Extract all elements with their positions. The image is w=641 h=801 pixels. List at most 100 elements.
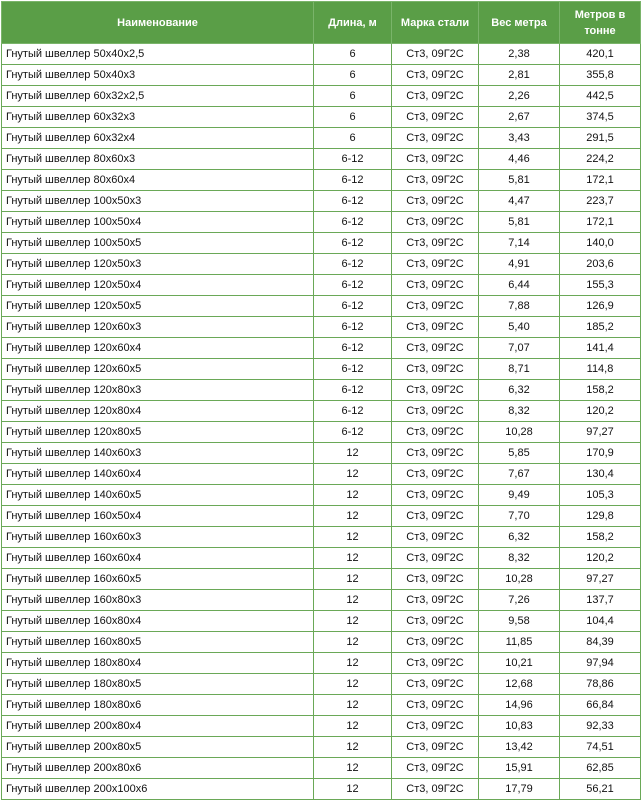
cell-length: 6 — [313, 127, 392, 149]
cell-length: 6-12 — [313, 274, 392, 296]
cell-steel-grade: Ст3, 09Г2С — [391, 169, 479, 191]
cell-steel-grade: Ст3, 09Г2С — [391, 526, 479, 548]
table-row: Гнутый швеллер 180х80х6 12 Ст3, 09Г2С 14,96… — [1, 694, 641, 716]
table-row: Гнутый швеллер 100х50х4 6-12 Ст3, 09Г2С 5,8… — [1, 211, 641, 233]
cell-name: Гнутый швеллер 160х80х5 — [1, 631, 314, 653]
table-row: Гнутый швеллер 60х32х2,5 6 Ст3, 09Г2С 2,26 4… — [1, 85, 641, 107]
cell-weight-per-meter: 2,67 — [478, 106, 560, 128]
cell-meters-per-ton: 420,1 — [559, 43, 641, 65]
cell-name: Гнутый швеллер 180х80х5 — [1, 673, 314, 695]
table-row: Гнутый швеллер 50х40х2,5 6 Ст3, 09Г2С 2,38 4… — [1, 43, 641, 65]
cell-meters-per-ton: 141,4 — [559, 337, 641, 359]
cell-meters-per-ton: 172,1 — [559, 211, 641, 233]
table-row: Гнутый швеллер 140х60х3 12 Ст3, 09Г2С 5,85 1… — [1, 442, 641, 464]
cell-length: 6-12 — [313, 421, 392, 443]
cell-name: Гнутый швеллер 140х60х4 — [1, 463, 314, 485]
cell-name: Гнутый швеллер 120х60х5 — [1, 358, 314, 380]
cell-name: Гнутый швеллер 160х60х3 — [1, 526, 314, 548]
cell-steel-grade: Ст3, 09Г2С — [391, 442, 479, 464]
table-row: Гнутый швеллер 160х50х4 12 Ст3, 09Г2С 7,70 1… — [1, 505, 641, 527]
table-row: Гнутый швеллер 120х50х4 6-12 Ст3, 09Г2С 6,4… — [1, 274, 641, 296]
cell-length: 6-12 — [313, 295, 392, 317]
cell-name: Гнутый швеллер 120х80х3 — [1, 379, 314, 401]
cell-steel-grade: Ст3, 09Г2С — [391, 211, 479, 233]
table-row: Гнутый швеллер 140х60х4 12 Ст3, 09Г2С 7,67 1… — [1, 463, 641, 485]
table-row: Гнутый швеллер 120х60х3 6-12 Ст3, 09Г2С 5,4… — [1, 316, 641, 338]
cell-meters-per-ton: 130,4 — [559, 463, 641, 485]
cell-steel-grade: Ст3, 09Г2С — [391, 295, 479, 317]
cell-meters-per-ton: 120,2 — [559, 547, 641, 569]
table-row: Гнутый швеллер 200х80х4 12 Ст3, 09Г2С 10,83… — [1, 715, 641, 737]
cell-length: 12 — [313, 673, 392, 695]
cell-meters-per-ton: 120,2 — [559, 400, 641, 422]
cell-weight-per-meter: 15,91 — [478, 757, 560, 779]
cell-length: 12 — [313, 442, 392, 464]
cell-steel-grade: Ст3, 09Г2С — [391, 106, 479, 128]
cell-weight-per-meter: 9,49 — [478, 484, 560, 506]
cell-meters-per-ton: 97,27 — [559, 421, 641, 443]
cell-weight-per-meter: 11,85 — [478, 631, 560, 653]
cell-steel-grade: Ст3, 09Г2С — [391, 421, 479, 443]
cell-steel-grade: Ст3, 09Г2С — [391, 736, 479, 758]
cell-name: Гнутый швеллер 160х80х3 — [1, 589, 314, 611]
table-body: Гнутый швеллер 50х40х2,5 6 Ст3, 09Г2С 2,38 4… — [1, 43, 641, 800]
cell-name: Гнутый швеллер 180х80х6 — [1, 694, 314, 716]
cell-weight-per-meter: 7,70 — [478, 505, 560, 527]
table-row: Гнутый швеллер 100х50х5 6-12 Ст3, 09Г2С 7,1… — [1, 232, 641, 254]
cell-name: Гнутый швеллер 200х100х6 — [1, 778, 314, 800]
cell-steel-grade: Ст3, 09Г2С — [391, 127, 479, 149]
cell-weight-per-meter: 8,32 — [478, 400, 560, 422]
cell-name: Гнутый швеллер 100х50х4 — [1, 211, 314, 233]
cell-meters-per-ton: 224,2 — [559, 148, 641, 170]
cell-steel-grade: Ст3, 09Г2С — [391, 358, 479, 380]
header-steel-grade: Марка стали — [391, 1, 479, 44]
cell-length: 6-12 — [313, 316, 392, 338]
cell-weight-per-meter: 8,32 — [478, 547, 560, 569]
cell-name: Гнутый швеллер 160х80х4 — [1, 610, 314, 632]
cell-weight-per-meter: 2,26 — [478, 85, 560, 107]
table-row: Гнутый швеллер 200х80х6 12 Ст3, 09Г2С 15,91… — [1, 757, 641, 779]
cell-name: Гнутый швеллер 160х50х4 — [1, 505, 314, 527]
cell-steel-grade: Ст3, 09Г2С — [391, 379, 479, 401]
cell-steel-grade: Ст3, 09Г2С — [391, 715, 479, 737]
cell-name: Гнутый швеллер 140х60х3 — [1, 442, 314, 464]
table-row: Гнутый швеллер 120х50х3 6-12 Ст3, 09Г2С 4,9… — [1, 253, 641, 275]
cell-weight-per-meter: 17,79 — [478, 778, 560, 800]
cell-length: 6-12 — [313, 358, 392, 380]
table-row: Гнутый швеллер 160х80х4 12 Ст3, 09Г2С 9,58 1… — [1, 610, 641, 632]
cell-steel-grade: Ст3, 09Г2С — [391, 400, 479, 422]
table-row: Гнутый швеллер 120х80х3 6-12 Ст3, 09Г2С 6,3… — [1, 379, 641, 401]
cell-name: Гнутый швеллер 200х80х5 — [1, 736, 314, 758]
cell-length: 6 — [313, 43, 392, 65]
cell-steel-grade: Ст3, 09Г2С — [391, 568, 479, 590]
cell-name: Гнутый швеллер 120х50х3 — [1, 253, 314, 275]
cell-name: Гнутый швеллер 50х40х3 — [1, 64, 314, 86]
cell-length: 6-12 — [313, 169, 392, 191]
cell-weight-per-meter: 8,71 — [478, 358, 560, 380]
cell-name: Гнутый швеллер 100х50х5 — [1, 232, 314, 254]
cell-name: Гнутый швеллер 120х60х3 — [1, 316, 314, 338]
cell-weight-per-meter: 3,43 — [478, 127, 560, 149]
cell-weight-per-meter: 7,67 — [478, 463, 560, 485]
cell-meters-per-ton: 172,1 — [559, 169, 641, 191]
cell-meters-per-ton: 129,8 — [559, 505, 641, 527]
cell-length: 6 — [313, 106, 392, 128]
cell-weight-per-meter: 10,21 — [478, 652, 560, 674]
table-row: Гнутый швеллер 50х40х3 6 Ст3, 09Г2С 2,81 355… — [1, 64, 641, 86]
cell-weight-per-meter: 6,32 — [478, 526, 560, 548]
cell-name: Гнутый швеллер 60х32х2,5 — [1, 85, 314, 107]
cell-meters-per-ton: 74,51 — [559, 736, 641, 758]
cell-meters-per-ton: 155,3 — [559, 274, 641, 296]
cell-length: 6-12 — [313, 379, 392, 401]
cell-length: 6 — [313, 64, 392, 86]
cell-length: 6-12 — [313, 232, 392, 254]
cell-meters-per-ton: 97,94 — [559, 652, 641, 674]
cell-name: Гнутый швеллер 80х60х3 — [1, 148, 314, 170]
cell-weight-per-meter: 10,83 — [478, 715, 560, 737]
cell-length: 12 — [313, 547, 392, 569]
cell-steel-grade: Ст3, 09Г2С — [391, 463, 479, 485]
table-row: Гнутый швеллер 200х80х5 12 Ст3, 09Г2С 13,42… — [1, 736, 641, 758]
cell-weight-per-meter: 6,44 — [478, 274, 560, 296]
cell-length: 6-12 — [313, 400, 392, 422]
cell-meters-per-ton: 92,33 — [559, 715, 641, 737]
